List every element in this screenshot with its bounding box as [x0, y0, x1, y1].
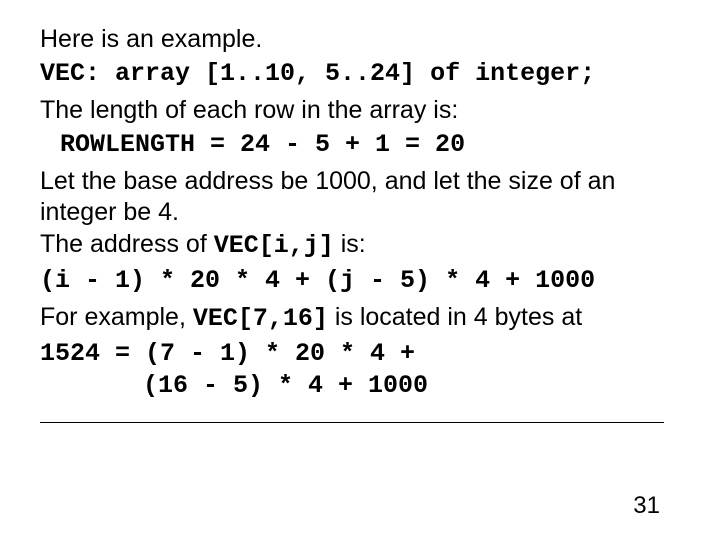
text-line-5: Let the base address be 1000, and let th…	[40, 166, 684, 227]
text-line-8: For example, VEC[7,16] is located in 4 b…	[40, 302, 684, 335]
text-line-6a: The address of	[40, 230, 214, 258]
text-line-6c: is:	[334, 230, 366, 258]
text-line-8a: For example,	[40, 303, 193, 331]
text-line-8c: is located in 4 bytes at	[328, 303, 582, 331]
page-number: 31	[633, 492, 660, 520]
code-calc-line1: 1524 = (7 - 1) * 20 * 4 +	[40, 339, 684, 370]
code-vec-declaration: VEC: array [1..10, 5..24] of integer;	[40, 59, 684, 90]
code-vec-716: VEC[7,16]	[193, 304, 328, 333]
code-vec-ij: VEC[i,j]	[214, 231, 334, 260]
text-line-6: The address of VEC[i,j] is:	[40, 229, 684, 262]
code-calc-line2: (16 - 5) * 4 + 1000	[40, 371, 684, 402]
text-line-3: The length of each row in the array is:	[40, 95, 684, 126]
code-address-formula: (i - 1) * 20 * 4 + (j - 5) * 4 + 1000	[40, 266, 684, 297]
code-rowlength: ROWLENGTH = 24 - 5 + 1 = 20	[40, 130, 684, 161]
horizontal-rule	[40, 422, 664, 423]
text-line-1: Here is an example.	[40, 24, 684, 55]
